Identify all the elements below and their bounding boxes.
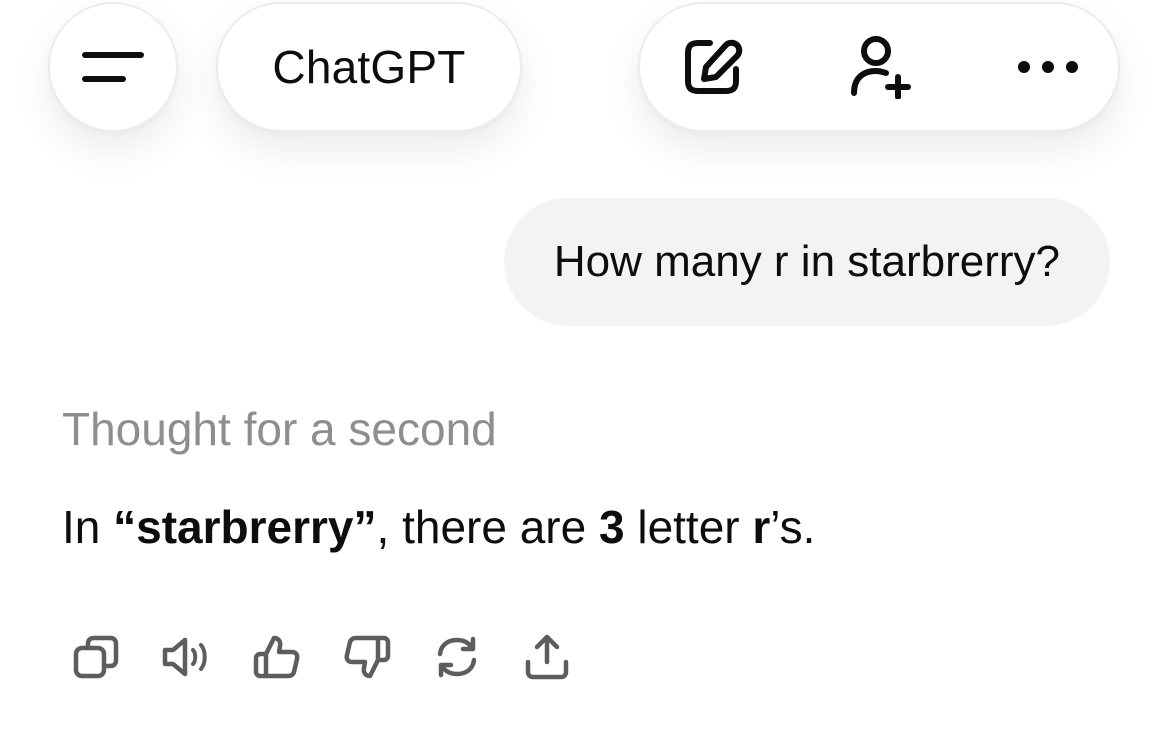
share-button[interactable] xyxy=(502,622,592,692)
answer-middle: , there are xyxy=(376,501,599,553)
bad-response-button[interactable] xyxy=(322,622,412,692)
share-icon xyxy=(522,632,572,682)
message-actions xyxy=(52,622,592,692)
more-options-button[interactable] xyxy=(1016,35,1080,99)
menu-button[interactable] xyxy=(48,2,178,132)
thumbs-up-icon xyxy=(252,632,302,682)
thought-summary[interactable]: Thought for a second xyxy=(62,402,497,456)
user-message-bubble: How many r in starbrerry? xyxy=(503,198,1110,326)
user-message-text: How many r in starbrerry? xyxy=(553,237,1060,286)
copy-button[interactable] xyxy=(52,622,142,692)
model-selector[interactable]: ChatGPT xyxy=(216,2,522,132)
menu-icon xyxy=(81,47,145,87)
answer-count: 3 xyxy=(598,501,625,553)
answer-letter: r xyxy=(752,501,771,553)
regenerate-icon xyxy=(432,632,482,682)
more-icon xyxy=(1016,57,1080,77)
read-aloud-button[interactable] xyxy=(142,622,232,692)
header-actions xyxy=(638,2,1120,132)
regenerate-button[interactable] xyxy=(412,622,502,692)
assistant-message: In “starbrerry”, there are 3 letter r’s. xyxy=(62,500,815,554)
thumbs-down-icon xyxy=(342,632,392,682)
read-aloud-icon xyxy=(159,632,215,682)
new-chat-button[interactable] xyxy=(680,35,744,99)
new-chat-icon xyxy=(680,35,744,99)
chat-screen: ChatGPT How many r in starbrerry? Though… xyxy=(0,0,1170,747)
good-response-button[interactable] xyxy=(232,622,322,692)
page-title: ChatGPT xyxy=(272,41,466,93)
answer-suffix: ’s. xyxy=(770,501,816,553)
answer-word: “starbrerry” xyxy=(113,501,377,553)
answer-prefix: In xyxy=(62,501,114,553)
answer-after-count: letter xyxy=(624,501,753,553)
add-user-icon xyxy=(848,35,912,99)
add-user-button[interactable] xyxy=(848,35,912,99)
copy-icon xyxy=(72,632,122,682)
